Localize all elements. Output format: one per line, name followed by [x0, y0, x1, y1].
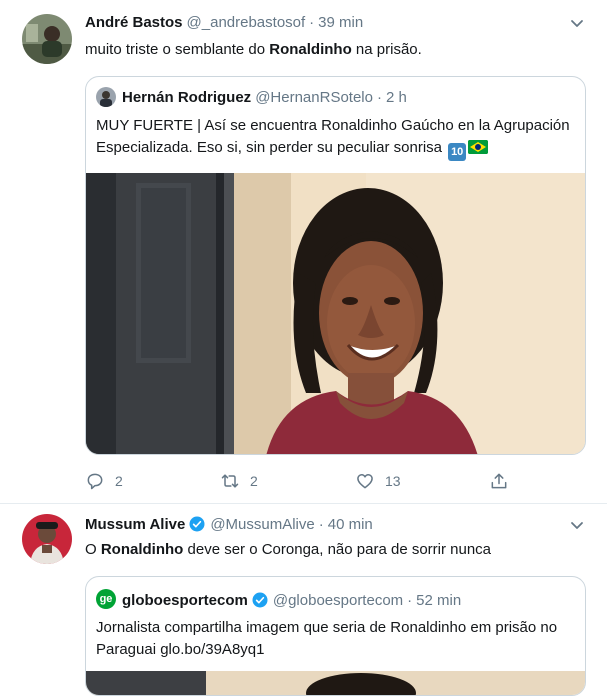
- share-icon: [491, 473, 507, 489]
- tweet-text: muito triste o semblante do Ronaldinho n…: [85, 41, 422, 58]
- tweet-text: O Ronaldinho deve ser o Coronga, não par…: [85, 541, 492, 558]
- timestamp[interactable]: 39 min: [318, 14, 363, 31]
- like-button[interactable]: 13: [355, 468, 401, 494]
- separator-dot: ·: [407, 592, 413, 609]
- reply-icon: [87, 473, 103, 490]
- keycap-ten-emoji: 10: [448, 143, 467, 161]
- verified-badge-icon: [189, 516, 205, 532]
- globo-logo: ge: [96, 589, 116, 609]
- display-name[interactable]: Mussum Alive: [85, 516, 185, 533]
- reply-button[interactable]: 2: [85, 468, 123, 494]
- highlighted-keyword: Ronaldinho: [269, 41, 352, 58]
- quoted-handle: @globoesportecom: [272, 592, 404, 609]
- user-handle[interactable]: @_andrebastosof: [187, 14, 306, 31]
- chevron-down-icon[interactable]: [569, 517, 585, 533]
- quoted-timestamp: 2 h: [385, 89, 407, 106]
- brazil-flag-emoji: [468, 140, 489, 154]
- verified-badge-icon: [252, 592, 268, 608]
- reply-count: 2: [115, 473, 123, 489]
- quoted-tweet[interactable]: ge globoesportecom @globoesportecom · 52 min…: [85, 576, 586, 696]
- separator-dot: ·: [309, 14, 315, 31]
- separator-dot: ·: [376, 89, 382, 106]
- share-button[interactable]: [489, 468, 519, 494]
- separator-dot: ·: [318, 516, 324, 533]
- timestamp[interactable]: 40 min: [328, 516, 373, 533]
- quoted-display-name: globoesportecom: [122, 592, 248, 609]
- user-handle[interactable]: @MussumAlive: [210, 516, 314, 533]
- display-name[interactable]: André Bastos: [85, 14, 183, 31]
- retweet-count: 2: [250, 473, 258, 489]
- avatar[interactable]: [22, 514, 72, 564]
- quoted-timestamp: 52 min: [416, 592, 462, 609]
- quoted-text: MUY FUERTE | Así se encuentra Ronaldinho…: [96, 115, 570, 161]
- retweet-icon: [221, 474, 239, 488]
- quoted-text: Jornalista compartilha imagem que seria …: [96, 619, 558, 658]
- tweet-photo[interactable]: [86, 173, 585, 454]
- quoted-tweet[interactable]: Hernán Rodriguez @HernanRSotelo · 2 h MUY F…: [85, 76, 586, 455]
- like-count: 13: [385, 473, 401, 489]
- chevron-down-icon[interactable]: [569, 15, 585, 31]
- quoted-display-name: Hernán Rodriguez: [122, 89, 252, 106]
- highlighted-keyword: Ronaldinho: [100, 541, 184, 558]
- heart-icon: [357, 474, 373, 489]
- quoted-handle: @HernanRSotelo: [255, 89, 373, 106]
- quoted-avatar: [96, 87, 116, 107]
- tweet-mussum-alive[interactable]: Mussum Alive @MussumAlive · 40 min O Ronald…: [0, 504, 607, 696]
- avatar[interactable]: [22, 14, 72, 64]
- retweet-button[interactable]: 2: [220, 468, 258, 494]
- tweet-actions: 2 2 13: [85, 468, 515, 494]
- tweet-photo[interactable]: [86, 671, 585, 695]
- tweet-andre-bastos[interactable]: André Bastos @_andrebastosof · 39 min muito…: [0, 0, 607, 503]
